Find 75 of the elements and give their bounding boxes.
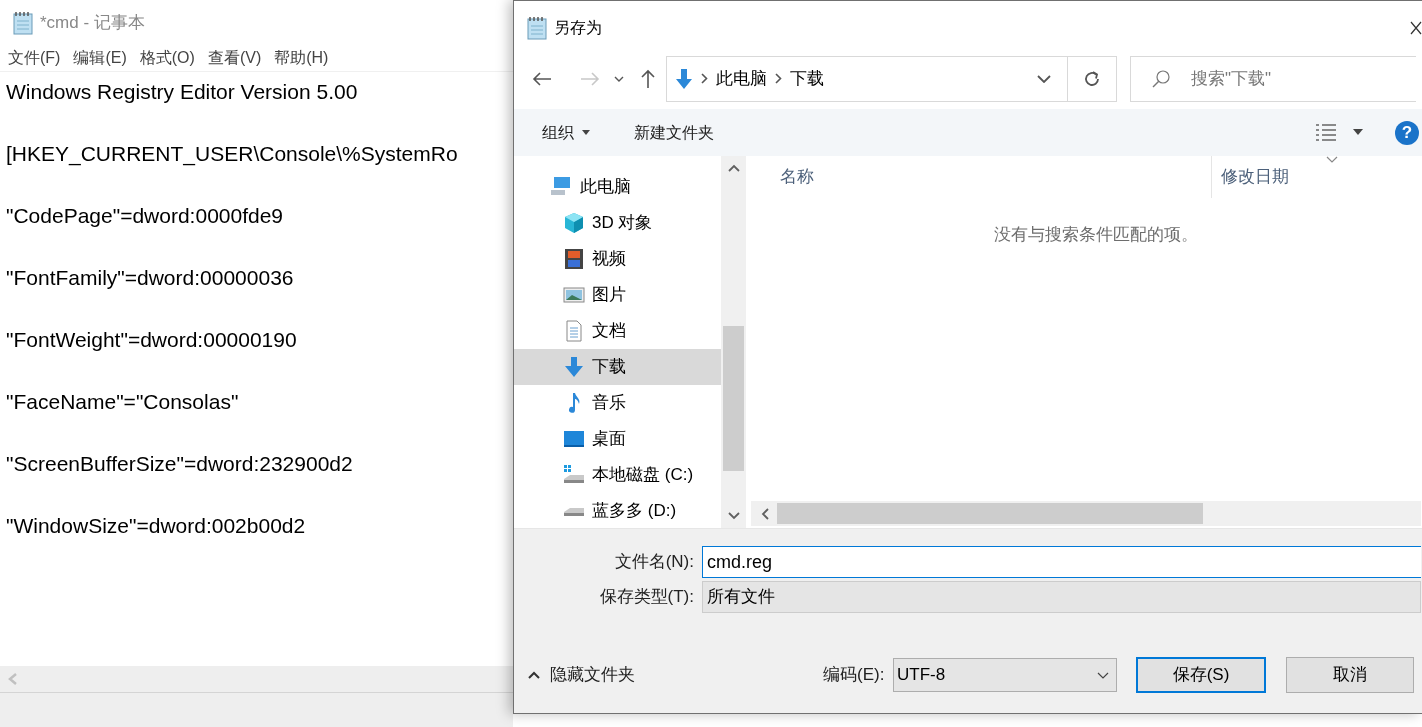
- caret-icon[interactable]: [614, 75, 624, 82]
- menu-item[interactable]: 文件(F): [8, 46, 61, 70]
- text-line: "FaceName"="Consolas": [6, 389, 239, 415]
- new-folder-button[interactable]: 新建文件夹: [634, 120, 714, 145]
- horizontal-scrollbar[interactable]: [751, 501, 1421, 526]
- refresh-icon[interactable]: [1083, 69, 1101, 88]
- scroll-left-icon[interactable]: [761, 507, 769, 520]
- back-arrow-icon[interactable]: [532, 70, 552, 87]
- empty-message: 没有与搜索条件匹配的项。: [994, 224, 1198, 246]
- menu-item[interactable]: 查看(V): [207, 46, 262, 70]
- nav-item[interactable]: 视频: [514, 241, 721, 277]
- text-line: "ScreenBufferSize"=dword:232900d2: [6, 451, 353, 477]
- caret-icon[interactable]: [1353, 129, 1363, 135]
- scrollbar-thumb[interactable]: [723, 326, 744, 471]
- organize-button[interactable]: 组织: [542, 120, 590, 145]
- drive-icon: [562, 506, 586, 516]
- field-label: 保存类型(T):: [598, 586, 694, 609]
- download-arrow-icon: [562, 355, 586, 379]
- notepad-icon: [12, 10, 34, 35]
- field-label: 编码(E):: [823, 664, 885, 687]
- nav-item[interactable]: 下载: [514, 349, 721, 385]
- hide-folders-button[interactable]: 隐藏文件夹: [528, 662, 635, 688]
- nav-item[interactable]: 图片: [514, 277, 721, 313]
- menu-item[interactable]: 帮助(H): [274, 46, 329, 70]
- address-bar[interactable]: 此电脑 下载: [666, 55, 1117, 102]
- nav-item[interactable]: 蓝多多 (D:): [514, 493, 721, 529]
- nav-item[interactable]: 文档: [514, 313, 721, 349]
- nav-item[interactable]: 音乐: [514, 385, 721, 421]
- text-line: "FontWeight"=dword:00000190: [6, 327, 297, 353]
- menu-item[interactable]: 编辑(E): [73, 46, 127, 70]
- scroll-down-icon[interactable]: [727, 512, 740, 520]
- sort-caret-icon: [1326, 156, 1338, 163]
- caret-up-icon: [528, 671, 540, 679]
- search-icon: [1151, 68, 1171, 89]
- column-header[interactable]: 修改日期: [1212, 156, 1289, 198]
- film-icon: [562, 247, 586, 271]
- column-header[interactable]: 名称: [780, 156, 1212, 198]
- close-icon[interactable]: [1410, 21, 1422, 35]
- up-arrow-icon[interactable]: [640, 68, 656, 89]
- cancel-button[interactable]: 取消: [1286, 657, 1414, 693]
- save-button[interactable]: 保存(S): [1136, 657, 1266, 693]
- horizontal-scrollbar[interactable]: [0, 666, 513, 693]
- nav-item[interactable]: 3D 对象: [514, 205, 721, 241]
- scrollbar-thumb[interactable]: [777, 503, 1203, 524]
- text-line: "WindowSize"=dword:002b00d2: [6, 513, 306, 539]
- nav-item[interactable]: 桌面: [514, 421, 721, 457]
- text-line: Windows Registry Editor Version 5.00: [6, 79, 358, 105]
- caret-icon: [1097, 671, 1109, 679]
- cube-icon: [562, 211, 586, 235]
- caret-icon: [582, 130, 590, 135]
- nav-item[interactable]: 本地磁盘 (C:): [514, 457, 721, 493]
- field-label: 文件名(N):: [613, 551, 694, 574]
- chevron-icon: [775, 73, 782, 84]
- chevron-icon: [701, 73, 708, 84]
- dropdown-caret-icon[interactable]: [1037, 74, 1051, 83]
- text-line: "FontFamily"=dword:00000036: [6, 265, 294, 291]
- window-title: *cmd - 记事本: [40, 11, 145, 34]
- help-button[interactable]: ?: [1395, 121, 1419, 145]
- notepad-icon: [526, 16, 548, 40]
- scroll-up-icon[interactable]: [727, 164, 740, 172]
- nav-item[interactable]: 此电脑: [514, 169, 721, 205]
- text-line: "CodePage"=dword:0000fde9: [6, 203, 284, 229]
- breadcrumb[interactable]: 下载: [790, 65, 824, 92]
- dialog-title: 另存为: [554, 18, 602, 38]
- text-line: [HKEY_CURRENT_USER\Console\%SystemRo: [6, 141, 458, 168]
- filename-field[interactable]: cmd.reg: [702, 546, 1421, 578]
- breadcrumb[interactable]: 此电脑: [716, 65, 767, 92]
- download-arrow-icon: [675, 67, 693, 90]
- search-field[interactable]: 搜索"下载": [1130, 55, 1416, 102]
- search-placeholder: 搜索"下载": [1191, 67, 1272, 90]
- menu-item[interactable]: 格式(O): [139, 46, 195, 70]
- view-options-icon[interactable]: [1315, 123, 1337, 141]
- file-type-dropdown[interactable]: 所有文件: [702, 581, 1421, 613]
- vertical-scrollbar[interactable]: [721, 156, 746, 528]
- encoding-dropdown[interactable]: UTF-8: [893, 658, 1117, 692]
